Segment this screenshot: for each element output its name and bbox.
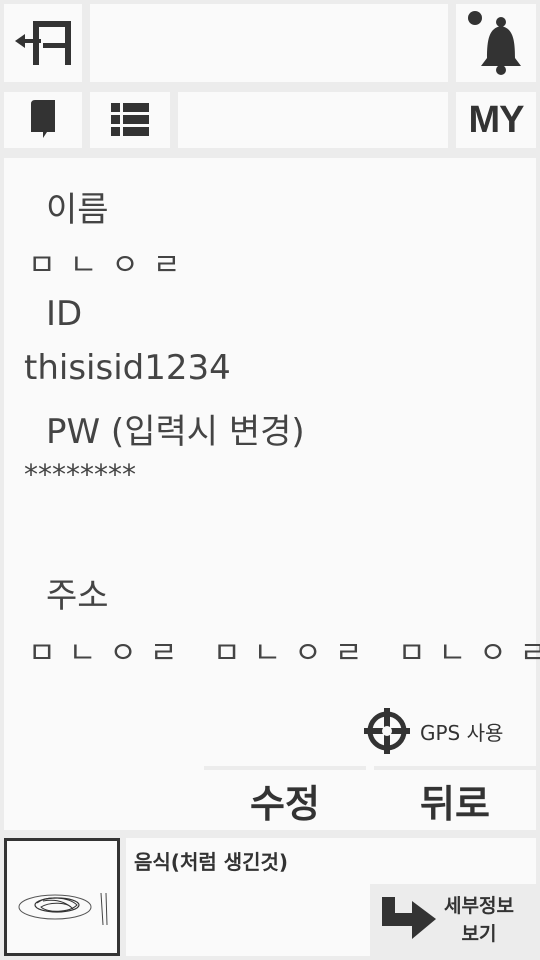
detail-label-line1: 세부정보 — [444, 895, 514, 917]
id-field[interactable]: thisisid1234 — [24, 348, 231, 388]
top-bar-blank — [90, 4, 448, 82]
pw-field[interactable]: ******** — [24, 458, 136, 491]
detail-button[interactable]: 세부정보 보기 — [370, 884, 536, 956]
gps-label: GPS 사용 — [420, 720, 504, 745]
gps-button[interactable]: GPS 사용 — [358, 704, 530, 758]
list-icon — [111, 103, 149, 136]
food-card-title: 음식(처럼 생긴것) — [134, 850, 289, 874]
pw-label: PW (입력시 변경) — [46, 412, 305, 452]
my-label: MY — [468, 98, 525, 141]
notification-button[interactable] — [456, 4, 536, 82]
list-button[interactable] — [90, 92, 170, 148]
turn-right-arrow-icon — [382, 897, 436, 939]
book-button[interactable] — [4, 92, 82, 148]
address-label: 주소 — [46, 576, 109, 616]
book-icon — [31, 100, 55, 138]
crosshair-icon — [364, 708, 410, 754]
my-button[interactable]: MY — [456, 92, 536, 148]
detail-label-line2: 보기 — [461, 923, 497, 945]
edit-button[interactable]: 수정 — [204, 766, 366, 830]
address-field[interactable]: ㅁㄴㅇㄹ ㅁㄴㅇㄹ ㅁㄴㅇㄹ — [28, 628, 540, 672]
bell-icon — [468, 11, 521, 75]
food-thumbnail[interactable] — [4, 838, 120, 956]
detail-label: 세부정보 보기 — [444, 892, 514, 948]
logout-button[interactable] — [4, 4, 82, 82]
back-button[interactable]: 뒤로 — [374, 766, 536, 830]
name-label: 이름 — [46, 190, 109, 230]
food-sketch-image — [18, 892, 108, 926]
logout-icon — [15, 21, 71, 65]
id-label: ID — [46, 294, 83, 334]
name-field[interactable]: ㅁㄴㅇㄹ — [28, 240, 194, 284]
second-bar-blank — [178, 92, 448, 148]
